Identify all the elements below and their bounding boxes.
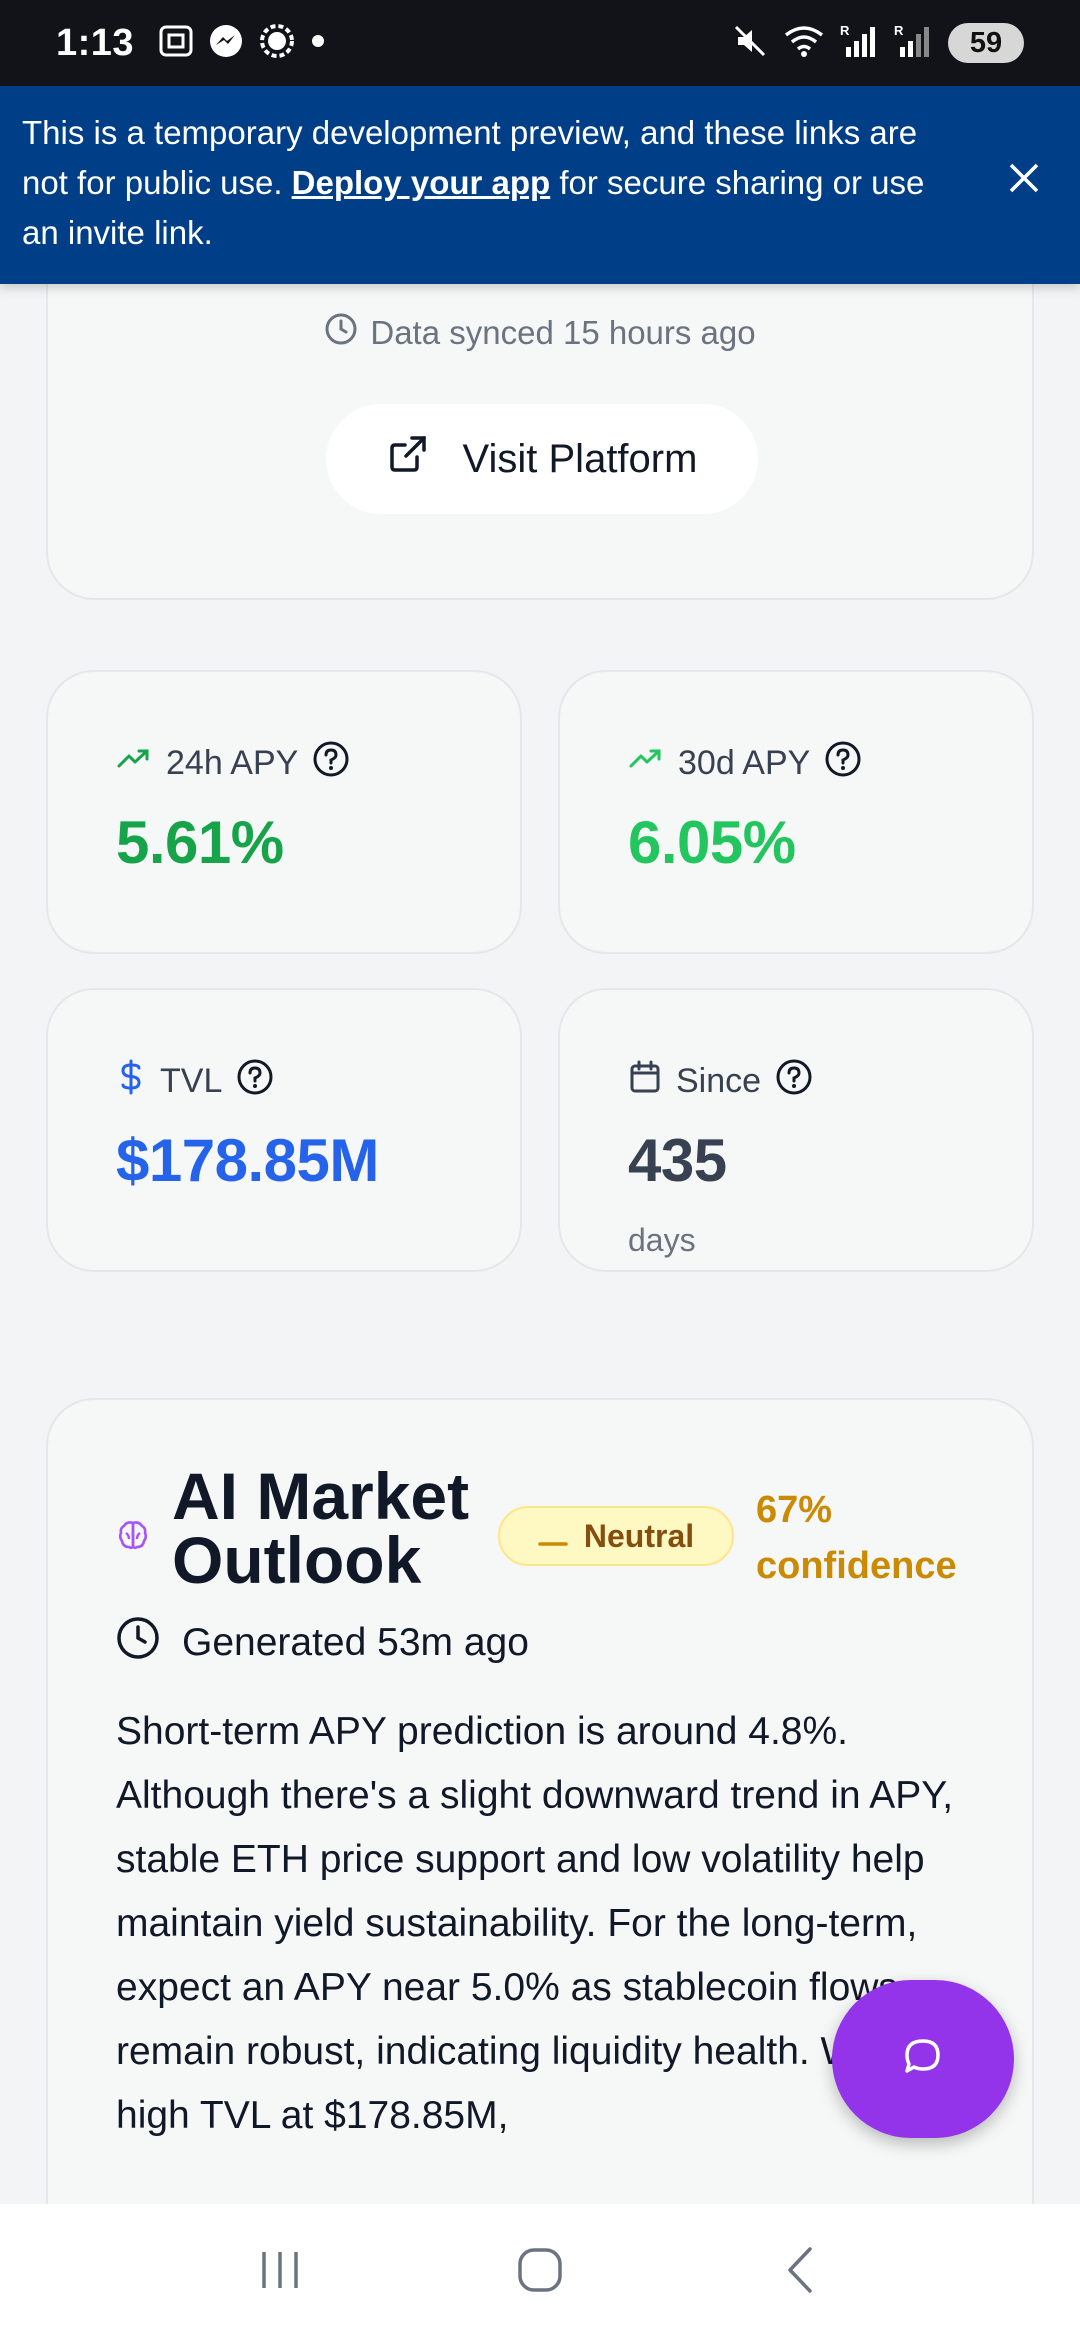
trending-up-icon: [628, 744, 664, 783]
recent-apps-button[interactable]: [220, 2222, 340, 2322]
sync-text: Data synced 15 hours ago: [370, 314, 756, 351]
external-link-icon: [387, 433, 429, 485]
chat-fab-button[interactable]: [832, 1980, 1014, 2138]
generated-text: Generated 53m ago: [182, 1621, 529, 1664]
visit-platform-button[interactable]: Visit Platform: [326, 404, 758, 514]
home-icon: [515, 2245, 565, 2300]
close-icon: [1007, 161, 1041, 200]
apy-30d-header: 30d APY: [628, 740, 862, 787]
generated-row: Generated 53m ago: [116, 1616, 529, 1670]
since-value: 435: [628, 1127, 727, 1194]
tvl-value: $178.85M: [116, 1127, 379, 1194]
status-right: R R 59: [732, 23, 1024, 64]
clock-icon: [116, 1616, 160, 1670]
back-button[interactable]: [740, 2222, 860, 2322]
settings-icon: [258, 22, 296, 65]
tvl-label: TVL: [160, 1062, 223, 1100]
back-icon: [782, 2245, 818, 2300]
apy-24h-value: 5.61%: [116, 809, 284, 876]
apy-24h-header: 24h APY: [116, 740, 350, 787]
apy-30d-label: 30d APY: [678, 744, 811, 782]
clock-icon: [324, 312, 358, 354]
sentiment-label: Neutral: [583, 1517, 695, 1554]
help-icon[interactable]: [312, 740, 350, 787]
status-bar: 1:13 R R 59: [0, 0, 1080, 86]
deploy-app-link[interactable]: Deploy your app: [292, 164, 551, 201]
signal-icon-2: R: [894, 23, 934, 64]
since-label: Since: [676, 1062, 762, 1100]
sentiment-badge: Neutral: [498, 1506, 734, 1566]
status-time: 1:13: [56, 21, 135, 64]
messenger-icon: [208, 23, 244, 64]
since-header: Since: [628, 1058, 813, 1105]
visit-platform-label: Visit Platform: [462, 436, 698, 481]
dollar-icon: [116, 1058, 146, 1105]
apy-24h-label: 24h APY: [166, 744, 299, 782]
sync-status: Data synced 15 hours ago: [48, 312, 1032, 354]
since-unit: days: [628, 1222, 696, 1258]
main-content[interactable]: Data synced 15 hours ago Visit Platform …: [0, 284, 1080, 2204]
battery-indicator: 59: [948, 23, 1024, 63]
home-button[interactable]: [480, 2222, 600, 2322]
dot-icon: [310, 33, 326, 54]
banner-close-button[interactable]: [1002, 158, 1046, 202]
screenshot-icon: [158, 24, 194, 63]
help-icon[interactable]: [775, 1058, 813, 1105]
brain-icon: [116, 1518, 150, 1557]
banner-message: This is a temporary development preview,…: [22, 108, 960, 258]
help-icon[interactable]: [824, 740, 862, 787]
apy-24h-card: 24h APY 5.61%: [46, 670, 522, 954]
minus-icon: [538, 1518, 568, 1555]
tvl-card: TVL $178.85M: [46, 988, 522, 1272]
since-card: Since 435 days: [558, 988, 1034, 1272]
signal-icon: R: [840, 23, 880, 64]
calendar-icon: [628, 1060, 662, 1103]
help-icon[interactable]: [236, 1058, 274, 1105]
wifi-icon: [782, 23, 826, 64]
confidence-text: 67% confidence: [756, 1489, 957, 1587]
trending-up-icon: [116, 744, 152, 783]
platform-card: Data synced 15 hours ago Visit Platform: [46, 284, 1034, 600]
mute-icon: [732, 23, 768, 64]
dev-preview-banner: This is a temporary development preview,…: [0, 86, 1080, 284]
tvl-header: TVL: [116, 1058, 274, 1105]
svg-text:R: R: [894, 23, 904, 38]
navigation-bar: [0, 2204, 1080, 2340]
status-left: 1:13: [56, 22, 326, 65]
apy-30d-value: 6.05%: [628, 809, 796, 876]
chat-icon: [901, 2035, 945, 2084]
apy-30d-card: 30d APY 6.05%: [558, 670, 1034, 954]
recent-apps-icon: [256, 2248, 304, 2297]
svg-text:R: R: [840, 23, 850, 38]
ai-outlook-title: AI Market Outlook: [172, 1459, 470, 1597]
